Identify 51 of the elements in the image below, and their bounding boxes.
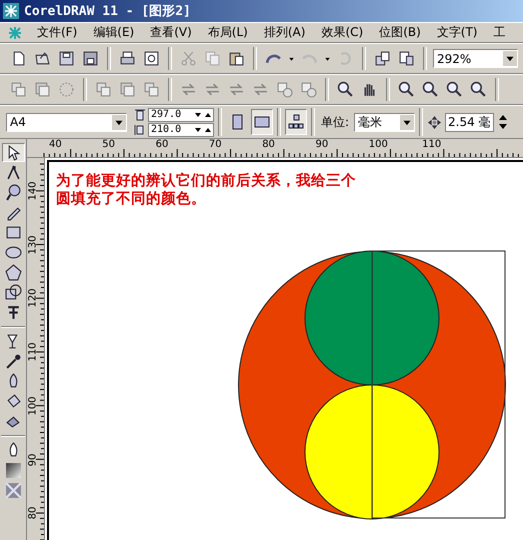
unit-dropdown[interactable]: 毫米 (354, 112, 416, 132)
gradient-swatch-icon (4, 462, 22, 479)
zoom-dropdown[interactable]: 292% (433, 49, 518, 68)
tool-button[interactable] (2, 143, 24, 162)
caret-icon (400, 114, 414, 130)
page-layout-button[interactable] (285, 109, 307, 135)
move-arrows-icon (427, 114, 442, 130)
window-title: CorelDRAW 11 - [图形2] (24, 3, 191, 20)
ruler-label: 60 (156, 139, 168, 150)
page-width-icon (134, 124, 146, 136)
rectangle-icon (4, 224, 22, 241)
annotation-text: 为了能更好的辨认它们的前后关系，我给三个圆填充了不同的颜色。 (56, 172, 357, 208)
menu-item[interactable]: 编辑(E) (86, 24, 144, 41)
ruler-label: 80 (26, 508, 39, 519)
page-layout-icon (288, 114, 304, 130)
caret-icon (503, 51, 517, 66)
ruler-label: 50 (102, 139, 116, 150)
zoom-icon (4, 184, 22, 201)
menu-item[interactable]: 效果(C) (314, 24, 372, 41)
spinner-arrows-icon (193, 126, 213, 134)
ruler-label: 90 (26, 454, 39, 465)
ruler-label: 100 (368, 139, 388, 150)
page-width-field[interactable]: 210.0 (148, 122, 214, 136)
unit-label: 单位: (321, 114, 350, 130)
nudge-field[interactable]: 2.54 毫 (445, 112, 494, 132)
ruler-label: 40 (49, 139, 62, 150)
menu-item[interactable]: 文件(F) (30, 24, 86, 41)
shapes-icon (4, 284, 22, 301)
caret-icon (112, 114, 126, 130)
menu-item[interactable]: 查看(V) (143, 24, 201, 41)
eyedropper-icon (4, 353, 22, 370)
ruler-label: 110 (422, 139, 442, 150)
paper-size-dropdown[interactable]: A4 (6, 112, 127, 132)
spinner-arrows-icon (193, 110, 213, 118)
menu-item[interactable]: 排列(A) (256, 24, 314, 41)
page-height-icon (134, 108, 146, 120)
menu-item[interactable]: 工 (486, 24, 514, 41)
app-icon (3, 3, 19, 19)
node-icon (4, 164, 22, 181)
page-height-field[interactable]: 297.0 (148, 108, 214, 122)
landscape-button[interactable] (251, 109, 273, 135)
ruler-label: 70 (208, 139, 222, 150)
menu-item[interactable]: 文字(T) (430, 24, 486, 41)
ruler-label: 80 (262, 139, 275, 150)
menu-item[interactable]: 布局(L) (200, 24, 257, 41)
pentagon-icon (4, 264, 22, 281)
ruler-label: 90 (316, 139, 328, 150)
landscape-page-icon (253, 114, 271, 130)
ellipse-icon (4, 244, 22, 261)
pattern-swatch-icon (4, 482, 22, 499)
menu-item[interactable]: 位图(B) (372, 24, 430, 41)
